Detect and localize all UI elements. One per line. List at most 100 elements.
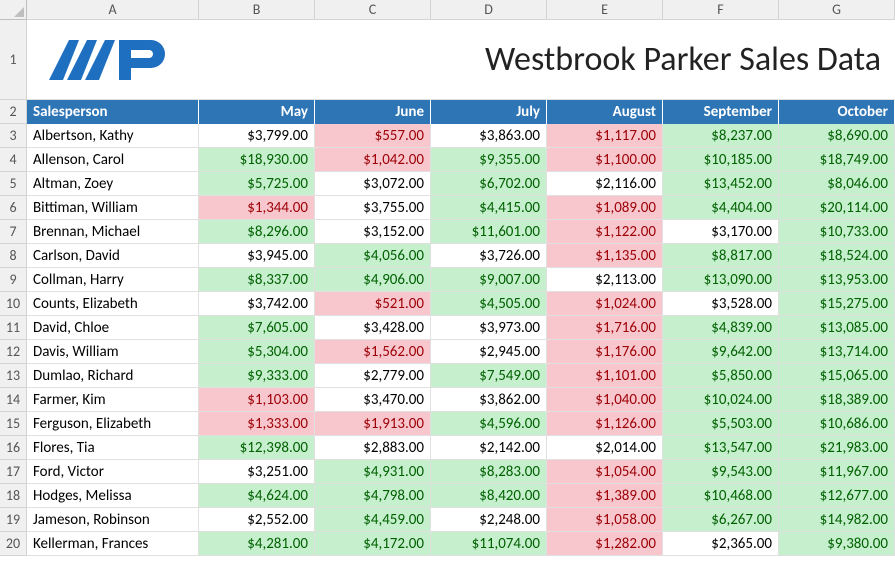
row-header-12[interactable]: 12 [0,340,27,364]
data-cell[interactable]: $18,749.00 [779,148,895,172]
data-cell[interactable]: $13,452.00 [663,172,779,196]
data-cell[interactable]: $3,251.00 [199,460,315,484]
data-cell[interactable]: $14,982.00 [779,508,895,532]
data-cell[interactable]: $5,725.00 [199,172,315,196]
data-cell[interactable]: $11,967.00 [779,460,895,484]
data-cell[interactable]: $3,428.00 [315,316,431,340]
data-cell[interactable]: $4,459.00 [315,508,431,532]
data-cell[interactable]: $5,850.00 [663,364,779,388]
data-cell[interactable]: $8,690.00 [779,124,895,148]
data-cell[interactable]: $12,398.00 [199,436,315,460]
row-header-3[interactable]: 3 [0,124,27,148]
data-cell[interactable]: $4,415.00 [431,196,547,220]
data-cell[interactable]: $13,547.00 [663,436,779,460]
data-cell[interactable]: $1,176.00 [547,340,663,364]
data-cell[interactable]: $10,686.00 [779,412,895,436]
data-cell[interactable]: $3,528.00 [663,292,779,316]
data-cell[interactable]: $1,716.00 [547,316,663,340]
salesperson-cell[interactable]: Counts, Elizabeth [27,292,199,316]
data-cell[interactable]: $10,733.00 [779,220,895,244]
column-label-october[interactable]: October [779,100,895,124]
data-cell[interactable]: $4,596.00 [431,412,547,436]
data-cell[interactable]: $1,344.00 [199,196,315,220]
column-label-june[interactable]: June [315,100,431,124]
data-cell[interactable]: $2,552.00 [199,508,315,532]
row-header-13[interactable]: 13 [0,364,27,388]
data-cell[interactable]: $15,065.00 [779,364,895,388]
data-cell[interactable]: $18,389.00 [779,388,895,412]
data-cell[interactable]: $7,605.00 [199,316,315,340]
data-cell[interactable]: $557.00 [315,124,431,148]
salesperson-cell[interactable]: Brennan, Michael [27,220,199,244]
data-cell[interactable]: $10,185.00 [663,148,779,172]
data-cell[interactable]: $1,122.00 [547,220,663,244]
data-cell[interactable]: $3,742.00 [199,292,315,316]
column-header-C[interactable]: C [315,0,431,20]
salesperson-cell[interactable]: Jameson, Robinson [27,508,199,532]
data-cell[interactable]: $9,543.00 [663,460,779,484]
row-header-10[interactable]: 10 [0,292,27,316]
data-cell[interactable]: $1,054.00 [547,460,663,484]
data-cell[interactable]: $1,333.00 [199,412,315,436]
data-cell[interactable]: $8,337.00 [199,268,315,292]
data-cell[interactable]: $3,470.00 [315,388,431,412]
data-cell[interactable]: $13,085.00 [779,316,895,340]
data-cell[interactable]: $4,906.00 [315,268,431,292]
row-header-6[interactable]: 6 [0,196,27,220]
data-cell[interactable]: $10,468.00 [663,484,779,508]
data-cell[interactable]: $15,275.00 [779,292,895,316]
data-cell[interactable]: $13,090.00 [663,268,779,292]
data-cell[interactable]: $3,863.00 [431,124,547,148]
salesperson-cell[interactable]: Ford, Victor [27,460,199,484]
data-cell[interactable]: $3,799.00 [199,124,315,148]
data-cell[interactable]: $9,642.00 [663,340,779,364]
data-cell[interactable]: $5,304.00 [199,340,315,364]
data-cell[interactable]: $9,333.00 [199,364,315,388]
data-cell[interactable]: $1,117.00 [547,124,663,148]
data-cell[interactable]: $6,267.00 [663,508,779,532]
spreadsheet-grid[interactable]: ABCDEFG1 Westbrook Parker Sales Data2Sal… [0,0,895,556]
data-cell[interactable]: $2,116.00 [547,172,663,196]
data-cell[interactable]: $8,817.00 [663,244,779,268]
select-all-corner[interactable] [0,0,27,20]
row-header-5[interactable]: 5 [0,172,27,196]
salesperson-cell[interactable]: Allenson, Carol [27,148,199,172]
data-cell[interactable]: $3,755.00 [315,196,431,220]
column-label-may[interactable]: May [199,100,315,124]
row-header-20[interactable]: 20 [0,532,27,556]
row-header-16[interactable]: 16 [0,436,27,460]
row-header-2[interactable]: 2 [0,100,27,124]
salesperson-cell[interactable]: Ferguson, Elizabeth [27,412,199,436]
data-cell[interactable]: $8,420.00 [431,484,547,508]
data-cell[interactable]: $2,113.00 [547,268,663,292]
salesperson-cell[interactable]: David, Chloe [27,316,199,340]
row-header-15[interactable]: 15 [0,412,27,436]
data-cell[interactable]: $10,024.00 [663,388,779,412]
column-header-D[interactable]: D [431,0,547,20]
column-label-salesperson[interactable]: Salesperson [27,100,199,124]
data-cell[interactable]: $3,973.00 [431,316,547,340]
data-cell[interactable]: $3,170.00 [663,220,779,244]
salesperson-cell[interactable]: Altman, Zoey [27,172,199,196]
data-cell[interactable]: $4,281.00 [199,532,315,556]
data-cell[interactable]: $4,798.00 [315,484,431,508]
data-cell[interactable]: $1,024.00 [547,292,663,316]
data-cell[interactable]: $7,549.00 [431,364,547,388]
data-cell[interactable]: $1,089.00 [547,196,663,220]
column-header-E[interactable]: E [547,0,663,20]
column-label-july[interactable]: July [431,100,547,124]
data-cell[interactable]: $1,389.00 [547,484,663,508]
row-header-11[interactable]: 11 [0,316,27,340]
data-cell[interactable]: $1,562.00 [315,340,431,364]
data-cell[interactable]: $2,365.00 [663,532,779,556]
data-cell[interactable]: $6,702.00 [431,172,547,196]
data-cell[interactable]: $8,283.00 [431,460,547,484]
data-cell[interactable]: $13,953.00 [779,268,895,292]
salesperson-cell[interactable]: Farmer, Kim [27,388,199,412]
data-cell[interactable]: $8,296.00 [199,220,315,244]
column-header-G[interactable]: G [779,0,895,20]
data-cell[interactable]: $9,355.00 [431,148,547,172]
salesperson-cell[interactable]: Davis, William [27,340,199,364]
data-cell[interactable]: $3,072.00 [315,172,431,196]
data-cell[interactable]: $3,726.00 [431,244,547,268]
